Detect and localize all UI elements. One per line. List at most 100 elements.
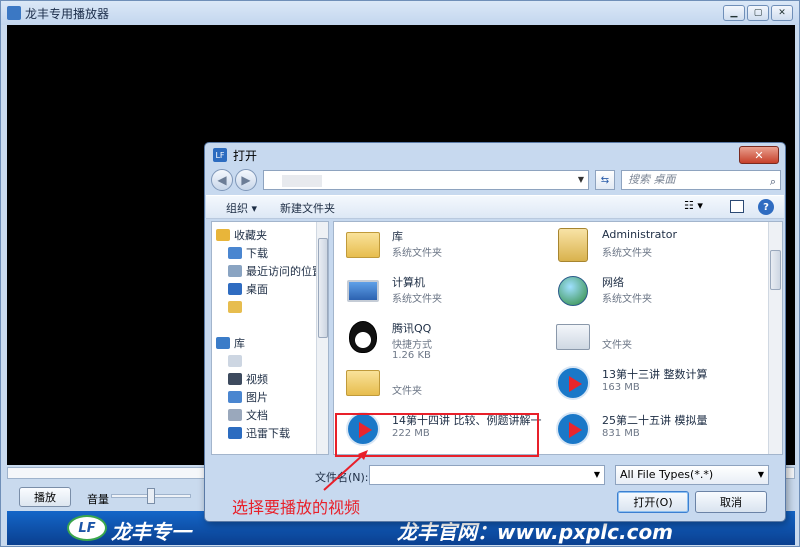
cancel-button[interactable]: 取消 (695, 491, 767, 513)
annotation-arrow (323, 450, 368, 491)
file-type: 系统文件夹 (392, 248, 442, 259)
chevron-down-icon[interactable]: ▼ (594, 470, 600, 479)
nav-item-label: 收藏夹 (234, 229, 267, 242)
nav-item-label: 最近访问的位置 (246, 265, 323, 278)
player-titlebar: 龙丰专用播放器 ▁ ▢ ✕ (1, 1, 799, 25)
back-button[interactable]: ◀ (211, 169, 233, 191)
views-icon[interactable]: ☷ ▾ (684, 199, 714, 212)
filetype-select[interactable]: All File Types(*.*) ▼ (615, 465, 769, 485)
file-name: Administrator (602, 228, 677, 241)
volume-slider-thumb[interactable] (147, 488, 155, 504)
chevron-down-icon[interactable]: ▼ (578, 175, 584, 184)
dialog-app-icon: LF (213, 148, 227, 162)
network-icon (554, 272, 592, 310)
nav-item-label: 桌面 (246, 283, 268, 296)
file-item[interactable]: 网络 系统文件夹 (550, 270, 760, 312)
nav-item[interactable]: 迅雷下载 (228, 424, 290, 442)
nav-item[interactable]: 文档 (228, 406, 268, 424)
file-type: 831 MB (602, 428, 640, 439)
nav-item-label: 视频 (246, 373, 268, 386)
file-item[interactable]: 计算机 系统文件夹 (340, 270, 550, 312)
recent-icon (228, 265, 242, 277)
file-type: 文件夹 (602, 340, 632, 351)
file-type: 163 MB (602, 382, 640, 393)
files-scrollbar[interactable] (768, 222, 782, 454)
close-button[interactable]: ✕ (771, 5, 793, 21)
nav-item[interactable]: 库 (216, 334, 245, 352)
folder-icon (228, 355, 242, 367)
video-icon (228, 373, 242, 385)
nav-item[interactable]: 视频 (228, 370, 268, 388)
filetype-value: All File Types(*.*) (620, 468, 714, 481)
address-row: ◀ ▶ ▼ ⇆ 搜索 桌面 ⌕ (211, 169, 781, 193)
organize-button[interactable]: 组织 ▾ (226, 200, 257, 216)
video-file-icon (554, 410, 592, 448)
minimize-button[interactable]: ▁ (723, 5, 745, 21)
search-icon: ⌕ (769, 175, 776, 188)
maximize-button[interactable]: ▢ (747, 5, 769, 21)
file-name: 腾讯QQ (392, 322, 432, 335)
navigation-pane: 收藏夹下载最近访问的位置 桌面库视频图片文档迅雷下载 (211, 221, 329, 455)
file-item[interactable]: 库系统文件夹 (340, 224, 550, 266)
dialog-titlebar: LF 打开 ✕ (205, 143, 785, 167)
nav-item-label: 文档 (246, 409, 268, 422)
dialog-title: 打开 (233, 148, 258, 163)
open-button[interactable]: 打开(O) (617, 491, 689, 513)
file-name: 计算机 (392, 276, 425, 289)
refresh-icon[interactable]: ⇆ (595, 170, 615, 190)
address-bar[interactable]: ▼ (263, 170, 589, 190)
video-file-icon (554, 364, 592, 402)
nav-item[interactable]: 下载 (228, 244, 268, 262)
dialog-toolbar: 组织 ▾ 新建文件夹 ☷ ▾ ? (206, 195, 784, 219)
documents-icon (228, 409, 242, 421)
nav-item[interactable]: 最近访问的位置 (228, 262, 323, 280)
star-icon (216, 229, 230, 241)
computer-icon (344, 272, 382, 310)
nav-item-label: 图片 (246, 391, 268, 404)
file-item[interactable]: 25第二十五讲 模拟量 831 MB (550, 408, 760, 450)
file-item[interactable]: 腾讯QQ 快捷方式 1.26 KB (340, 316, 550, 361)
play-button[interactable]: 播放 (19, 487, 71, 507)
nav-item[interactable] (228, 298, 246, 316)
nav-item-label: 迅雷下载 (246, 427, 290, 440)
annotation-text: 选择要播放的视频 (232, 498, 361, 517)
library-icon (216, 337, 230, 349)
new-folder-button[interactable]: 新建文件夹 (280, 200, 335, 216)
file-type: 系统文件夹 (392, 294, 442, 305)
nav-item[interactable] (228, 352, 246, 370)
volume-label: 音量 (87, 493, 109, 506)
library-icon (344, 226, 382, 264)
lf-logo: LF (67, 515, 107, 541)
file-item[interactable]: 文件夹 (340, 362, 550, 404)
file-type: 文件夹 (392, 386, 422, 397)
dialog-close-button[interactable]: ✕ (739, 146, 779, 164)
file-name: 25第二十五讲 模拟量 (602, 414, 708, 427)
user-folder-icon (554, 226, 592, 264)
open-dialog: LF 打开 ✕ ◀ ▶ ▼ ⇆ 搜索 桌面 ⌕ 组织 ▾ 新建文件夹 ☷ ▾ ?… (204, 142, 786, 522)
filename-input[interactable]: ▼ (369, 465, 605, 485)
banner-text-left: 龙丰专一 (111, 520, 191, 544)
forward-button[interactable]: ▶ (235, 169, 257, 191)
file-name: 库 (392, 230, 403, 243)
folder-icon (228, 301, 242, 313)
nav-item[interactable]: 图片 (228, 388, 268, 406)
preview-pane-icon[interactable] (730, 200, 744, 213)
file-item[interactable]: 文件夹 (550, 316, 760, 358)
download-folder-icon (228, 247, 242, 259)
pictures-icon (228, 391, 242, 403)
file-item[interactable]: 13第十三讲 整数计算 163 MB (550, 362, 760, 404)
nav-item[interactable]: 桌面 (228, 280, 268, 298)
qq-icon (344, 318, 382, 356)
file-type: 系统文件夹 (602, 294, 652, 305)
nav-scrollbar[interactable] (316, 222, 328, 454)
app-icon (7, 6, 21, 20)
chevron-down-icon: ▼ (757, 470, 764, 479)
nav-item-label: 下载 (246, 247, 268, 260)
file-item[interactable]: Administrator 系统文件夹 (550, 224, 760, 266)
file-type: 系统文件夹 (602, 248, 652, 259)
desktop-icon (228, 283, 242, 295)
search-input[interactable]: 搜索 桌面 ⌕ (621, 170, 781, 190)
nav-item[interactable]: 收藏夹 (216, 226, 267, 244)
help-icon[interactable]: ? (758, 199, 774, 215)
file-type: 快捷方式 (392, 340, 432, 351)
